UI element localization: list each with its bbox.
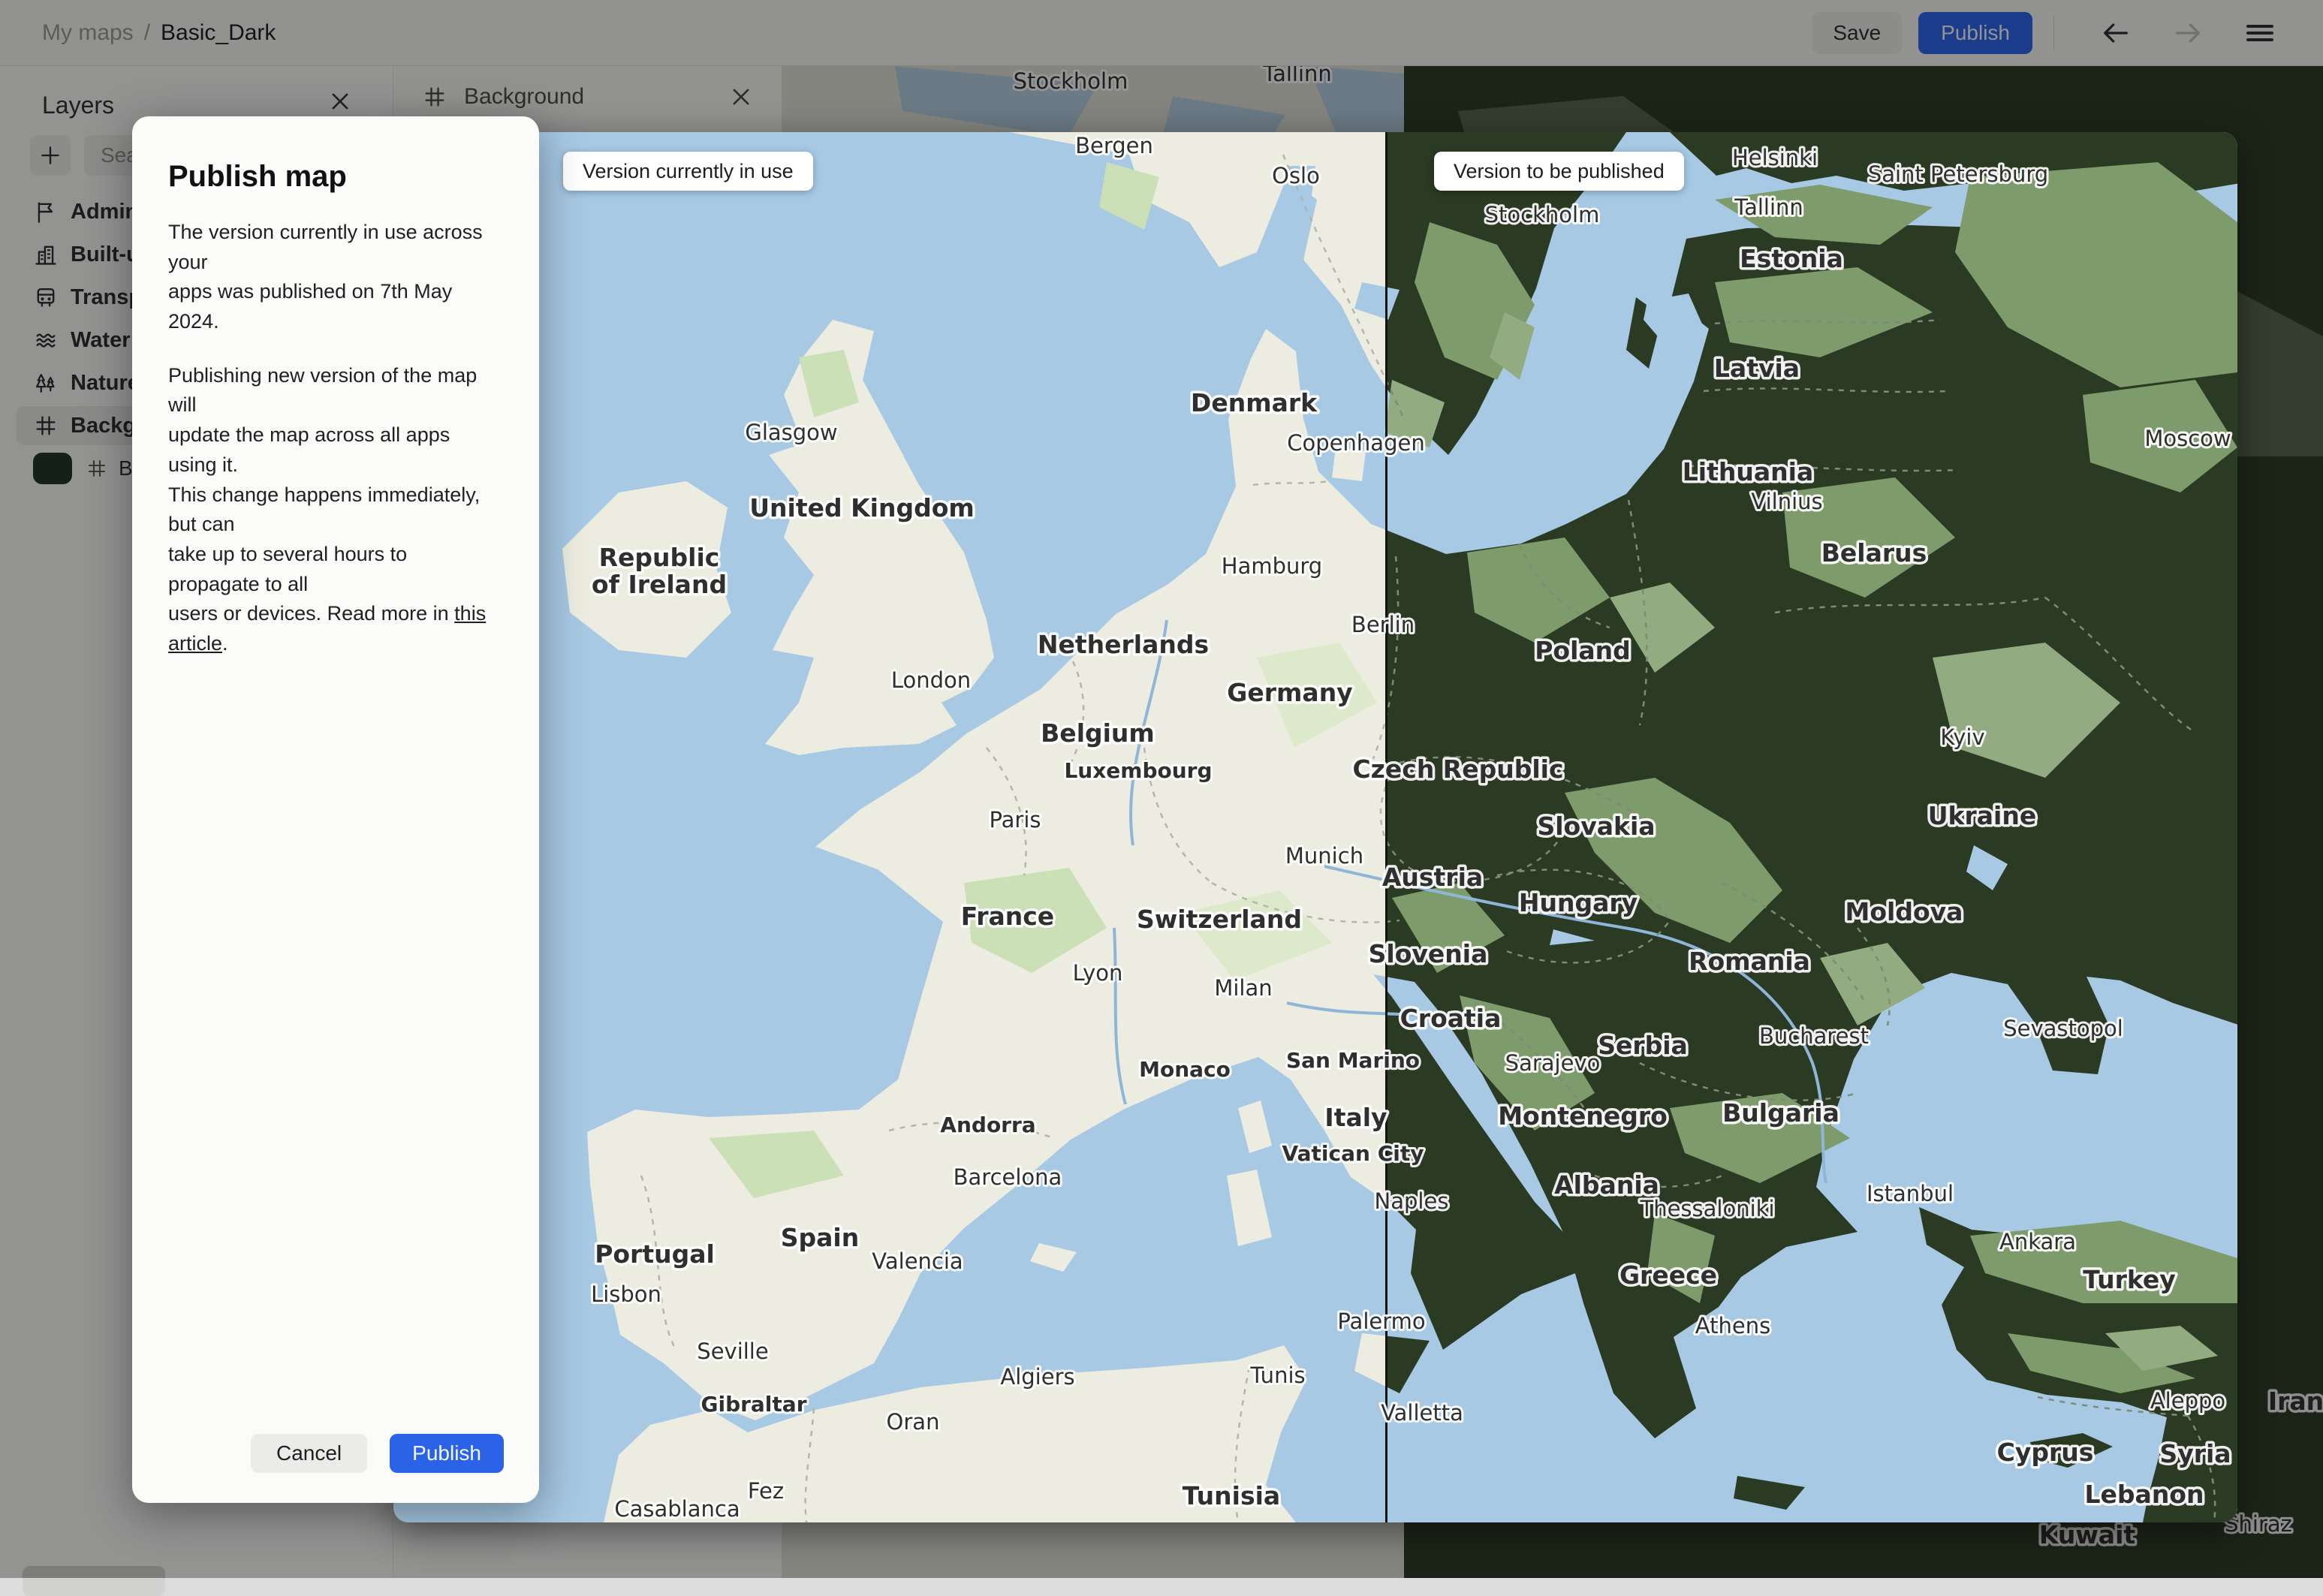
current-version-badge: Version currently in use — [563, 152, 813, 191]
map-label: Tunisia — [1183, 1481, 1280, 1510]
map-label: Sarajevo — [1505, 1050, 1601, 1076]
map-label: London — [891, 667, 971, 693]
map-label: Algiers — [1000, 1364, 1074, 1390]
map-label: Lyon — [1073, 960, 1123, 986]
map-label: Syria — [2159, 1439, 2231, 1468]
map-label: Saint Petersburg — [1868, 161, 2048, 187]
map-label: Valencia — [872, 1248, 963, 1274]
map-label: Paris — [989, 807, 1041, 833]
map-label: Switzerland — [1137, 905, 1302, 934]
map-label: Germany — [1227, 678, 1352, 707]
map-label: Croatia — [1400, 1004, 1502, 1033]
map-label: Athens — [1695, 1313, 1770, 1339]
publish-map-dialog: Publish map The version currently in use… — [132, 116, 539, 1503]
dialog-paragraph-2-text: Publishing new version of the map will u… — [168, 363, 481, 625]
version-compare-panel: Bergen Oslo Glasgow United Kingdom Republic o… — [393, 132, 2237, 1522]
map-label: Oran — [887, 1409, 940, 1435]
map-label: Estonia — [1740, 244, 1843, 273]
map-label: Berlin — [1351, 612, 1415, 637]
dialog-title: Publish map — [168, 160, 347, 193]
map-label: Casablanca — [614, 1496, 740, 1522]
map-label: of Ireland — [592, 570, 727, 599]
map-label: Slovakia — [1537, 812, 1655, 841]
map-label: Milan — [1214, 975, 1272, 1001]
map-label: Ukraine — [1928, 801, 2036, 830]
map-label: Bulgaria — [1722, 1098, 1839, 1128]
map-label: Lithuania — [1683, 457, 1813, 486]
map-label: Hamburg — [1222, 553, 1322, 579]
map-label: Cyprus — [1997, 1438, 2094, 1467]
map-label: Seville — [697, 1339, 768, 1364]
map-label: Serbia — [1598, 1031, 1688, 1060]
map-label: Valletta — [1381, 1400, 1463, 1426]
map-label: Romania — [1689, 947, 1810, 976]
map-label: Denmark — [1191, 388, 1318, 417]
map-label: France — [961, 902, 1054, 931]
map-label: Belgium — [1041, 718, 1155, 748]
map-label: Greece — [1619, 1260, 1717, 1290]
map-label: Ankara — [1999, 1229, 2076, 1254]
map-label: Tunis — [1249, 1363, 1305, 1388]
map-label: Moscow — [2144, 426, 2231, 451]
map-label: Tallinn — [1734, 194, 1803, 220]
map-label: Vilnius — [1751, 489, 1822, 514]
map-label: Turkey — [2083, 1265, 2176, 1294]
map-label: Munich — [1285, 843, 1363, 869]
map-label: Palermo — [1337, 1308, 1425, 1334]
map-label: Vatican City — [1282, 1141, 1424, 1166]
map-label: Andorra — [940, 1113, 1035, 1137]
map-label: Gibraltar — [701, 1392, 806, 1417]
map-label: Aleppo — [2150, 1388, 2225, 1414]
new-version-badge: Version to be published — [1434, 152, 1684, 191]
map-label: Latvia — [1714, 354, 1800, 383]
map-label: Helsinki — [1732, 145, 1818, 170]
compare-map-svg: Bergen Oslo Glasgow United Kingdom Republico… — [393, 132, 2237, 1522]
map-label: Italy — [1324, 1103, 1387, 1132]
map-label: Belarus — [1821, 538, 1927, 568]
map-label: Republic — [599, 543, 720, 572]
dialog-actions: Cancel Publish — [250, 1434, 504, 1473]
map-label: Naples — [1375, 1188, 1449, 1214]
dialog-paragraph-2-suffix: . — [222, 631, 228, 655]
map-label: Lebanon — [2085, 1480, 2204, 1509]
map-label: Bergen — [1075, 133, 1153, 158]
map-label: Fez — [748, 1478, 784, 1504]
dialog-paragraph-2: Publishing new version of the map will u… — [168, 361, 503, 659]
map-label: Oslo — [1272, 163, 1320, 188]
map-label: Monaco — [1139, 1057, 1231, 1082]
map-label: Lisbon — [591, 1281, 661, 1307]
map-label: Portugal — [595, 1239, 715, 1269]
map-label: Barcelona — [954, 1164, 1062, 1190]
dialog-publish-button[interactable]: Publish — [390, 1434, 504, 1473]
map-label: Copenhagen — [1287, 430, 1424, 456]
map-label: Kyiv — [1940, 724, 1984, 750]
map-label: Glasgow — [745, 420, 837, 445]
map-label: Czech Republic — [1352, 754, 1563, 784]
map-label: United Kingdom — [749, 493, 975, 522]
map-label: Moldova — [1845, 897, 1963, 926]
dialog-paragraph-1: The version currently in use across your… — [168, 221, 483, 333]
map-label: Hungary — [1519, 888, 1638, 917]
map-label: Sevastopol — [2003, 1016, 2123, 1041]
map-label: Thessaloniki — [1639, 1196, 1774, 1221]
map-label: Montenegro — [1498, 1101, 1668, 1131]
map-label: Luxembourg — [1064, 758, 1212, 783]
map-label: Stockholm — [1485, 202, 1600, 227]
map-label: Istanbul — [1867, 1181, 1954, 1206]
map-label: Slovenia — [1369, 939, 1488, 968]
map-label: San Marino — [1286, 1048, 1420, 1073]
map-label: Austria — [1382, 863, 1483, 892]
map-label: Spain — [781, 1223, 859, 1252]
map-label: Netherlands — [1038, 630, 1209, 659]
map-label: Poland — [1535, 636, 1631, 665]
cancel-button[interactable]: Cancel — [250, 1434, 368, 1473]
map-label: Bucharest — [1759, 1023, 1869, 1049]
